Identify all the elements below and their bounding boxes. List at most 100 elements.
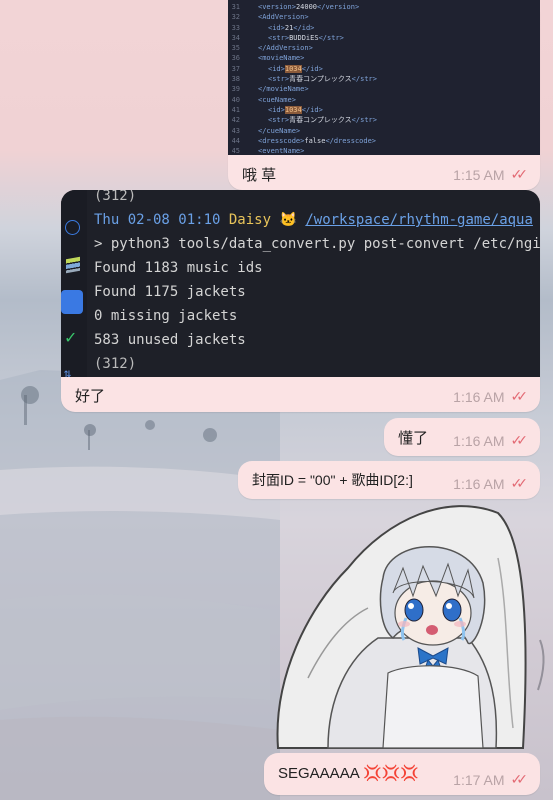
- read-ticks-icon: ✓✓: [510, 388, 529, 404]
- code-text: <eventName>: [248, 146, 304, 155]
- prompt-user: Daisy: [228, 212, 272, 228]
- message-text: 哦 草: [242, 167, 277, 184]
- read-ticks-icon: ✓✓: [510, 771, 529, 787]
- line-number: 33: [231, 23, 240, 32]
- prompt-date: Thu 02-08 01:10: [94, 212, 221, 228]
- code-line: 35 </AddVersion>: [228, 43, 540, 53]
- terminal-partial-line: (312): [94, 190, 137, 204]
- code-line: 36 <movieName>: [228, 53, 540, 63]
- code-value: 1034: [284, 105, 302, 114]
- terminal-output-line: 583 unused jackets: [94, 332, 246, 348]
- code-text: </AddVersion>: [248, 43, 313, 53]
- code-tag-open: <movieName>: [258, 54, 305, 63]
- code-text: </cueName>: [248, 126, 300, 136]
- line-number: 40: [231, 95, 240, 104]
- line-number: 31: [231, 3, 240, 11]
- code-tag-close: </id>: [301, 64, 323, 73]
- code-value: 24000: [295, 3, 318, 11]
- message-meta: 1:17 AM ✓✓: [453, 771, 528, 788]
- code-line: 43 </cueName>: [228, 126, 540, 136]
- code-line: 33 <id>21</id>: [228, 23, 540, 33]
- line-number: 36: [231, 54, 240, 63]
- folder-icon: [61, 290, 83, 314]
- code-text: <AddVersion>: [248, 12, 309, 22]
- line-number: 43: [231, 126, 240, 135]
- code-value: BUDDiES: [289, 33, 319, 42]
- read-ticks-icon: ✓✓: [510, 166, 529, 182]
- code-value: 青春コンプレックス: [289, 116, 352, 125]
- code-tag-open: <str>: [268, 116, 290, 125]
- code-value: false: [304, 136, 326, 145]
- message-meta: 1:15 AM ✓✓: [453, 166, 528, 183]
- stack-icon: [66, 256, 80, 274]
- line-number: 37: [231, 64, 240, 73]
- message-bubble[interactable]: 懂了 1:16 AM ✓✓: [384, 418, 540, 456]
- hexagon-icon: [65, 220, 80, 235]
- message-text: 懂了: [398, 430, 429, 447]
- code-tag-open: </movieName>: [258, 85, 309, 94]
- message-text: 封面ID = "00" + 歌曲ID[2:]: [252, 472, 413, 488]
- code-line: 38 <str>青春コンプレックス</str>: [228, 74, 540, 84]
- terminal-prompt: Thu 02-08 01:10 Daisy 🐱 /workspace/rhyth…: [94, 212, 533, 228]
- code-text: <version>24000</version>: [248, 2, 359, 12]
- message-bubble-code[interactable]: 31 <version>24000</version> 32 <AddVersion>…: [228, 0, 540, 190]
- code-text: <id>21</id>: [248, 23, 314, 33]
- code-value: 青春コンプレックス: [289, 75, 352, 84]
- code-tag-close: </id>: [293, 23, 315, 32]
- editor-gutter: ✓ ⇅: [61, 190, 87, 377]
- code-tag-open: <AddVersion>: [258, 13, 309, 22]
- message-bubble[interactable]: 封面ID = "00" + 歌曲ID[2:] 1:16 AM ✓✓: [238, 461, 540, 499]
- prompt-path: /workspace/rhythm-game/aqua: [305, 212, 533, 228]
- code-tag-open: <version>: [258, 3, 296, 11]
- line-number: 34: [231, 33, 240, 42]
- code-line: 39 </movieName>: [228, 84, 540, 94]
- terminal-output-line: (312): [94, 356, 137, 372]
- code-tag-open: <eventName>: [258, 147, 305, 155]
- code-tag-close: </id>: [301, 105, 323, 114]
- message-time: 1:17 AM: [453, 771, 505, 788]
- code-text: <cueName>: [248, 95, 296, 105]
- message-bubble-terminal[interactable]: ✓ ⇅ (312) Thu 02-08 01:10 Daisy 🐱 /works…: [61, 190, 540, 412]
- code-tag-close: </version>: [317, 3, 360, 11]
- check-icon: ✓: [64, 328, 78, 347]
- line-number: 44: [231, 136, 240, 145]
- code-text: <dresscode>false</dresscode>: [248, 136, 376, 146]
- code-text: <id>1034</id>: [248, 105, 323, 115]
- terminal-screenshot[interactable]: ✓ ⇅ (312) Thu 02-08 01:10 Daisy 🐱 /works…: [61, 190, 540, 377]
- message-time: 1:16 AM: [453, 388, 505, 405]
- code-tag-open: <str>: [268, 75, 290, 84]
- code-screenshot[interactable]: 31 <version>24000</version> 32 <AddVersion>…: [228, 0, 540, 155]
- code-tag-open: <id>: [268, 64, 285, 73]
- code-text: </movieName>: [248, 84, 309, 94]
- code-text: <str>青春コンプレックス</str>: [248, 115, 377, 125]
- line-number: 32: [231, 13, 240, 22]
- code-text: <str>BUDDiES</str>: [248, 33, 344, 43]
- code-line: 34 <str>BUDDiES</str>: [228, 33, 540, 43]
- terminal-output-line: Found 1183 music ids: [94, 260, 263, 276]
- code-tag-open: </AddVersion>: [258, 44, 313, 53]
- cat-icon: 🐱: [279, 212, 297, 228]
- terminal-output-line: Found 1175 jackets: [94, 284, 246, 300]
- code-text: <id>1034</id>: [248, 64, 323, 74]
- code-tag-open: <dresscode>: [258, 136, 305, 145]
- code-text: <movieName>: [248, 53, 304, 63]
- code-line: 31 <version>24000</version>: [228, 2, 540, 12]
- sticker-image[interactable]: [268, 498, 530, 754]
- message-meta: 1:16 AM ✓✓: [453, 475, 528, 492]
- code-tag-close: </dresscode>: [325, 136, 377, 145]
- message-text: SEGAAAAA 💢💢💢: [278, 765, 420, 782]
- line-number: 38: [231, 75, 240, 84]
- code-value: 1034: [284, 64, 302, 73]
- message-bubble-sticker[interactable]: SEGAAAAA 💢💢💢 1:17 AM ✓✓: [264, 753, 540, 795]
- code-line: 42 <str>青春コンプレックス</str>: [228, 115, 540, 125]
- line-number: 45: [231, 147, 240, 155]
- message-time: 1:15 AM: [453, 166, 505, 183]
- code-tag-close: </str>: [351, 116, 377, 125]
- code-line: 37 <id>1034</id>: [228, 64, 540, 74]
- code-tag-open: <id>: [268, 105, 285, 114]
- code-tag-close: </str>: [318, 33, 344, 42]
- code-tag-open: <str>: [268, 33, 290, 42]
- read-ticks-icon: ✓✓: [510, 475, 529, 491]
- code-line: 32 <AddVersion>: [228, 12, 540, 22]
- code-text: <str>青春コンプレックス</str>: [248, 74, 377, 84]
